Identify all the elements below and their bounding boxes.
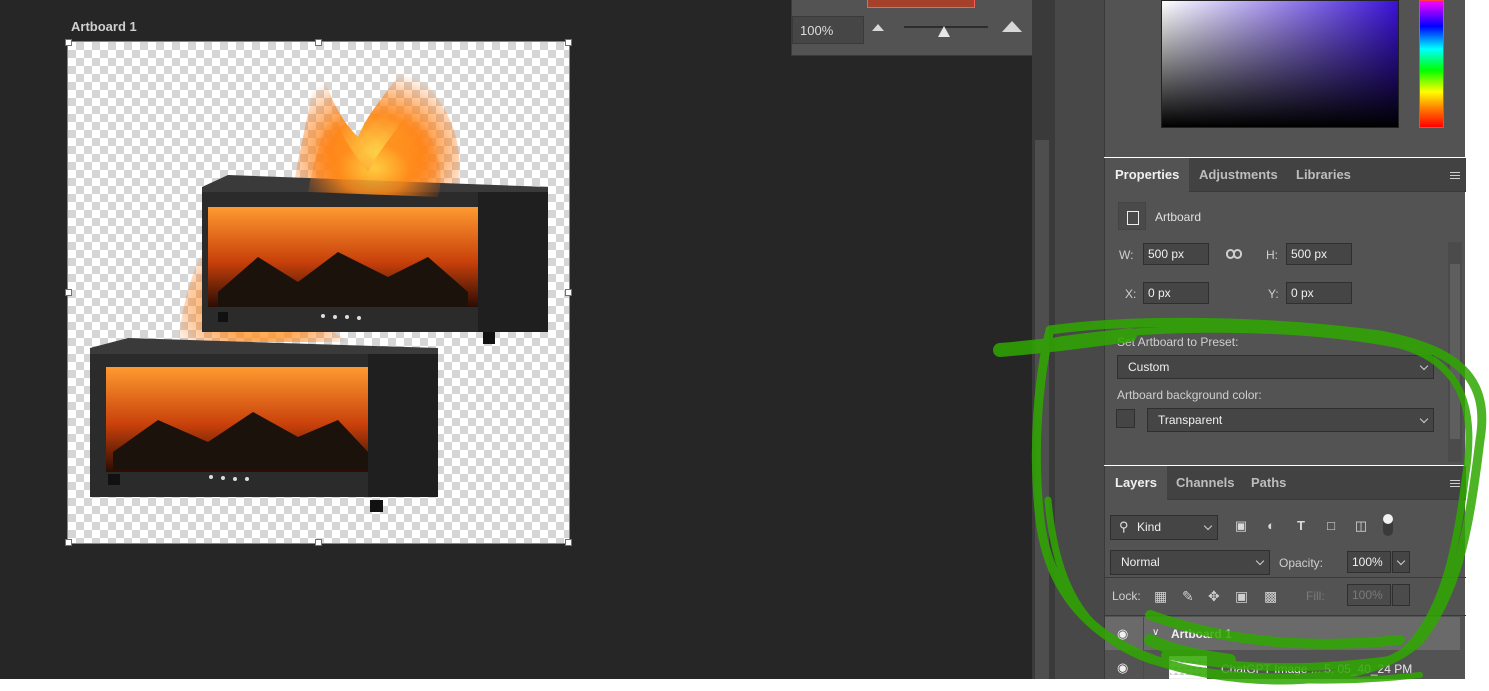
layer-filter-dropdown[interactable]: ⚲ Kind [1110,515,1218,540]
shape-layer-filter-icon[interactable]: □ [1323,518,1339,534]
lock-artboard-icon[interactable]: ▣ [1235,588,1248,605]
panel-menu-icon[interactable] [1450,480,1460,487]
x-field[interactable]: 0 px [1143,282,1209,304]
document-canvas[interactable]: Artboard 1 [0,0,1032,679]
color-hue-slider[interactable] [1419,0,1444,128]
transform-handle[interactable] [565,539,572,546]
transform-handle[interactable] [65,289,72,296]
artboard[interactable] [67,41,570,544]
background-color-label: Artboard background color: [1117,388,1262,402]
layer-thumbnail[interactable] [1169,656,1207,679]
y-field[interactable]: 0 px [1286,282,1352,304]
opacity-field[interactable]: 100% [1347,551,1391,573]
chevron-down-icon [1396,556,1406,566]
divider [1143,617,1144,650]
zoom-in-icon[interactable] [1002,21,1022,32]
background-color-value: Transparent [1158,413,1223,427]
layers-tab-bar: Layers Channels Paths [1105,466,1466,500]
type-layer-filter-icon[interactable]: T [1293,518,1309,534]
layer-name[interactable]: ChatGPT Image ... 5, 05_40_24 PM [1221,662,1412,676]
tab-properties[interactable]: Properties [1105,158,1190,192]
tab-adjustments[interactable]: Adjustments [1189,158,1288,192]
fill-dropdown[interactable] [1392,584,1410,606]
lock-transparent-pixels-icon[interactable]: ▦ [1154,588,1167,605]
lock-image-pixels-icon[interactable]: ✎ [1182,588,1194,605]
adjustment-layer-filter-icon[interactable]: ◐ [1263,518,1279,534]
eye-icon[interactable]: ◉ [1117,626,1128,642]
background-color-swatch[interactable] [1116,409,1135,428]
tab-channels[interactable]: Channels [1166,466,1245,500]
navigator-zoom-field[interactable]: 100% [792,16,864,44]
fill-label: Fill: [1306,589,1325,603]
fill-field[interactable]: 100% [1347,584,1391,606]
chevron-down-icon [1255,556,1265,566]
opacity-dropdown[interactable] [1392,551,1410,573]
lock-all-icon[interactable]: ▩ [1264,588,1277,605]
layer-filter-value: Kind [1137,520,1162,534]
navigator-panel: 100% [791,0,1054,56]
x-label: X: [1125,287,1137,301]
properties-scrollbar[interactable] [1448,242,1462,462]
filter-toggle[interactable] [1383,514,1393,536]
transform-handle[interactable] [65,39,72,46]
eye-icon[interactable]: ◉ [1117,660,1128,676]
smart-object-filter-icon[interactable]: ◫ [1353,518,1369,534]
blend-mode-value: Normal [1121,555,1160,569]
canvas-vertical-scrollbar[interactable] [1032,0,1054,679]
scrollbar-thumb[interactable] [1450,264,1460,439]
chevron-down-icon [1203,521,1213,531]
divider [1143,650,1144,679]
fireplace-image [90,57,548,512]
transform-handle[interactable] [315,539,322,546]
pixel-layer-filter-icon[interactable]: ▣ [1233,518,1249,534]
transform-handle[interactable] [315,39,322,46]
properties-type-label: Artboard [1155,210,1202,224]
artboard-title[interactable]: Artboard 1 [71,19,137,34]
color-picker-panel [1104,0,1465,157]
width-label: W: [1119,248,1134,262]
background-color-dropdown[interactable]: Transparent [1147,408,1434,432]
zoom-out-icon[interactable] [872,24,884,31]
divider [1105,577,1466,578]
panel-menu-icon[interactable] [1450,172,1460,179]
navigator-thumbnail[interactable] [867,0,975,8]
transform-handle[interactable] [565,289,572,296]
opacity-label: Opacity: [1279,556,1324,570]
link-icon[interactable] [1226,249,1244,259]
preset-label: Set Artboard to Preset: [1117,335,1239,349]
y-label: Y: [1268,287,1279,301]
height-field[interactable]: 500 px [1286,243,1352,265]
tab-libraries[interactable]: Libraries [1286,158,1361,192]
layer-name[interactable]: Artboard 1 [1171,627,1232,641]
blend-mode-dropdown[interactable]: Normal [1110,550,1270,575]
transform-handle[interactable] [65,539,72,546]
lock-label: Lock: [1112,589,1141,603]
lock-position-icon[interactable]: ✥ [1208,588,1220,605]
tab-paths[interactable]: Paths [1241,466,1296,500]
layer-row-image[interactable]: ◉ ChatGPT Image ... 5, 05_40_24 PM [1105,650,1460,679]
height-label: H: [1266,248,1278,262]
color-saturation-field[interactable] [1161,0,1399,128]
search-icon: ⚲ [1119,519,1129,534]
panel-dock-gap [1054,0,1104,679]
layer-row-artboard[interactable]: ◉ ∨ Artboard 1 [1105,617,1460,650]
tab-layers[interactable]: Layers [1105,466,1167,500]
preset-dropdown[interactable]: Custom [1117,355,1434,379]
chevron-down-icon[interactable]: ∨ [1152,627,1159,638]
divider [1105,615,1466,616]
properties-panel: Properties Adjustments Libraries Artboar… [1104,158,1466,465]
artboard-icon [1118,202,1146,230]
layers-panel: Layers Channels Paths ⚲ Kind ▣ ◐ T □ ◫ N… [1104,466,1466,679]
zoom-slider-knob[interactable] [938,26,950,37]
transform-handle[interactable] [565,39,572,46]
chevron-down-icon [1419,414,1429,424]
properties-tab-bar: Properties Adjustments Libraries [1105,158,1466,192]
preset-value: Custom [1128,360,1170,374]
width-field[interactable]: 500 px [1143,243,1209,265]
chevron-down-icon [1419,361,1429,371]
scrollbar-thumb[interactable] [1035,140,1049,679]
